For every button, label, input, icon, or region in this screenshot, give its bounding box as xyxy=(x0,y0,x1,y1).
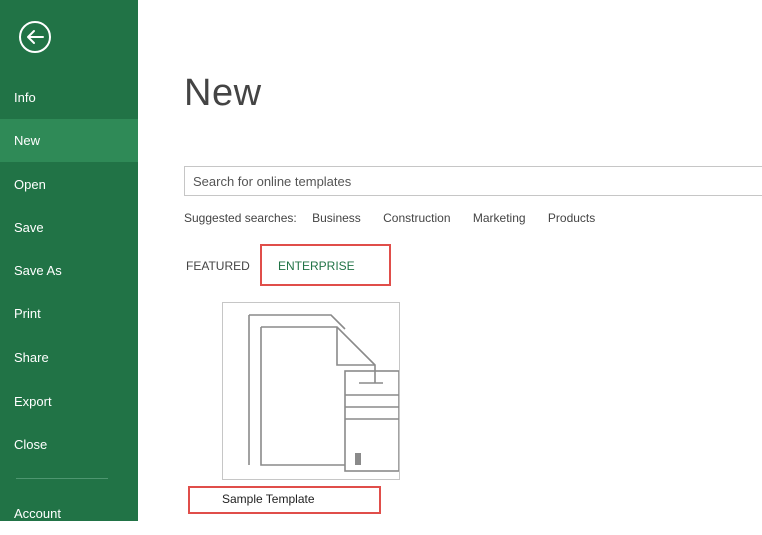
sidebar-item-account[interactable]: Account xyxy=(0,492,138,535)
enterprise-tab-highlight xyxy=(260,244,391,286)
template-search-box[interactable] xyxy=(184,166,762,196)
sidebar-item-info[interactable]: Info xyxy=(0,76,138,119)
search-input[interactable] xyxy=(185,167,762,195)
suggested-searches: Suggested searches: Business Constructio… xyxy=(184,211,614,225)
sidebar-item-save-as[interactable]: Save As xyxy=(0,249,138,292)
sidebar-divider xyxy=(16,478,108,479)
suggested-business[interactable]: Business xyxy=(312,211,361,225)
sidebar-item-export[interactable]: Export xyxy=(0,380,138,423)
sidebar-item-share[interactable]: Share xyxy=(0,336,138,379)
sidebar-item-close[interactable]: Close xyxy=(0,423,138,466)
suggested-construction[interactable]: Construction xyxy=(383,211,450,225)
template-label-highlight xyxy=(188,486,381,514)
sidebar-item-print[interactable]: Print xyxy=(0,292,138,335)
suggested-label: Suggested searches: xyxy=(184,211,297,225)
backstage-sidebar: Info New Open Save Save As Print Share E… xyxy=(0,0,138,521)
sidebar-item-new[interactable]: New xyxy=(0,119,138,162)
document-template-icon xyxy=(248,314,400,472)
back-arrow-icon[interactable] xyxy=(17,19,53,55)
suggested-marketing[interactable]: Marketing xyxy=(473,211,526,225)
tab-featured[interactable]: FEATURED xyxy=(186,259,250,273)
sidebar-item-save[interactable]: Save xyxy=(0,206,138,249)
template-card-sample[interactable] xyxy=(222,302,400,480)
sidebar-item-open[interactable]: Open xyxy=(0,163,138,206)
page-title: New xyxy=(184,72,262,114)
suggested-products[interactable]: Products xyxy=(548,211,595,225)
